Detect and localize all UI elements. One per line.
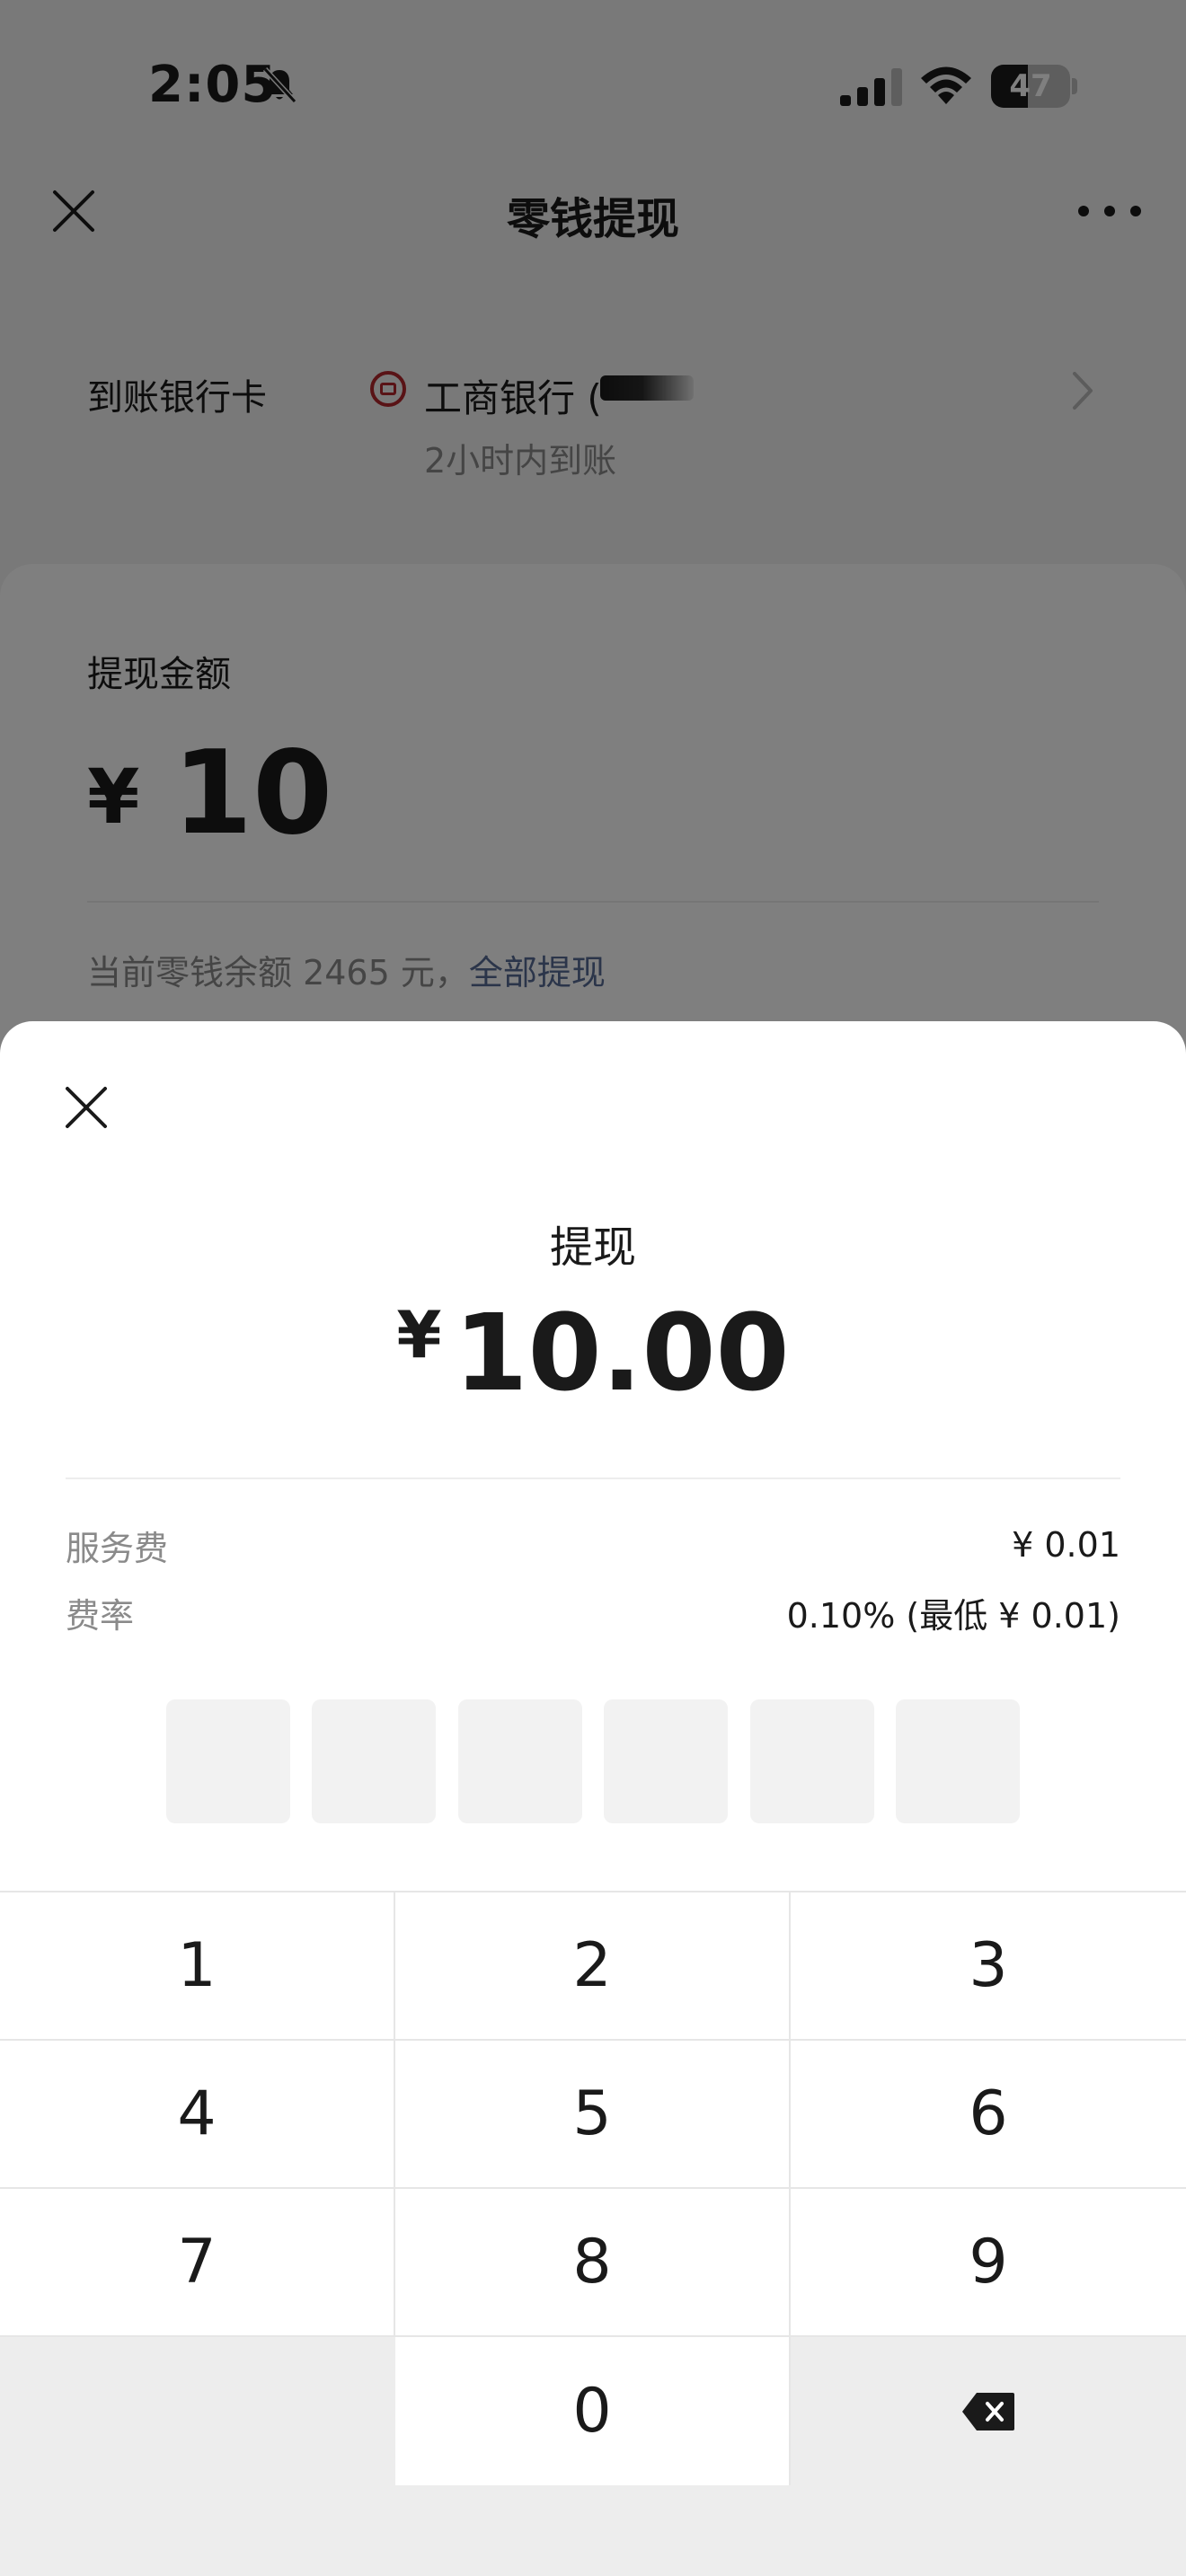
key-7[interactable]: 7 [0,2189,395,2337]
app-root: 2:05 47 [0,0,1186,2576]
key-4[interactable]: 4 [0,2041,395,2189]
divider [66,1478,1120,1479]
password-sheet: 提现 ¥10.00 服务费 ¥ 0.01 费率 0.10% (最低 ¥ 0.01… [0,1021,1186,2576]
password-input[interactable] [166,1699,1020,1823]
sheet-currency: ¥ [396,1297,442,1372]
pin-box [312,1699,437,1823]
key-9[interactable]: 9 [791,2189,1186,2337]
key-3[interactable]: 3 [791,1892,1186,2041]
pin-box [749,1699,874,1823]
sheet-amount: ¥10.00 [0,1291,1186,1415]
fee-rate-label: 费率 [66,1595,135,1636]
service-fee-row: 服务费 ¥ 0.01 [66,1522,1120,1568]
keypad-grid: 1 2 3 4 5 6 7 8 9 0 [0,1891,1186,2485]
backspace-key[interactable] [791,2337,1186,2485]
pin-box [457,1699,582,1823]
pin-box [895,1699,1020,1823]
key-0[interactable]: 0 [395,2337,791,2485]
pin-box [166,1699,290,1823]
key-empty [0,2337,395,2485]
service-fee-label: 服务费 [66,1528,169,1568]
pin-box [604,1699,729,1823]
fee-rate-value: 0.10% (最低 ¥ 0.01) [786,1595,1120,1636]
service-fee-value: ¥ 0.01 [1012,1525,1120,1565]
numeric-keypad: 1 2 3 4 5 6 7 8 9 0 [0,1891,1186,2576]
close-icon[interactable] [63,1084,110,1131]
key-6[interactable]: 6 [791,2041,1186,2189]
fee-rate-row: 费率 0.10% (最低 ¥ 0.01) [66,1590,1120,1636]
key-2[interactable]: 2 [395,1892,791,2041]
sheet-amount-value: 10.00 [454,1291,790,1415]
key-1[interactable]: 1 [0,1892,395,2041]
sheet-title: 提现 [549,1222,636,1273]
key-5[interactable]: 5 [395,2041,791,2189]
key-8[interactable]: 8 [395,2189,791,2337]
backspace-icon [962,2392,1014,2430]
